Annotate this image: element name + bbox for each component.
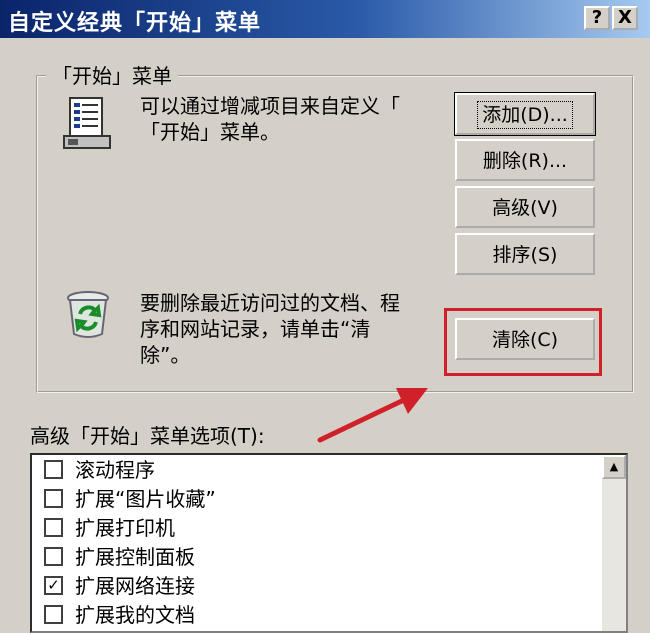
checkbox-expand-control-panel[interactable] xyxy=(44,547,63,566)
checkbox-expand-network[interactable]: ✓ xyxy=(44,576,63,595)
list-item-scroll-programs[interactable]: 滚动程序 xyxy=(44,457,155,483)
list-item-label: 滚动程序 xyxy=(75,458,155,482)
list-item-label: 扩展控制面板 xyxy=(75,545,195,569)
advanced-options-list[interactable]: 滚动程序 扩展“图片收藏” 扩展打印机 扩展控制面板 ✓ 扩展网络连接 扩展我的文… xyxy=(30,453,628,633)
checkbox-scroll-programs[interactable] xyxy=(44,460,63,479)
list-scrollbar[interactable]: ▲ xyxy=(602,455,626,631)
list-item-expand-pictures[interactable]: 扩展“图片收藏” xyxy=(44,486,216,512)
list-item-expand-printers[interactable]: 扩展打印机 xyxy=(44,515,175,541)
checkbox-expand-my-documents[interactable] xyxy=(44,605,63,624)
checkbox-expand-printers[interactable] xyxy=(44,518,63,537)
list-item-label: 扩展网络连接 xyxy=(75,574,195,598)
list-item-expand-network[interactable]: ✓ 扩展网络连接 xyxy=(44,573,195,599)
list-item-expand-my-documents[interactable]: 扩展我的文档 xyxy=(44,602,195,628)
list-item-label: 扩展“图片收藏” xyxy=(75,487,216,511)
list-item-expand-control-panel[interactable]: 扩展控制面板 xyxy=(44,544,195,570)
advanced-options-label: 高级「开始」菜单选项(T): xyxy=(30,424,265,448)
list-item-label: 扩展打印机 xyxy=(75,516,175,540)
list-item-label: 扩展我的文档 xyxy=(75,603,195,627)
checkbox-expand-pictures[interactable] xyxy=(44,489,63,508)
scroll-up-icon[interactable]: ▲ xyxy=(602,455,626,479)
